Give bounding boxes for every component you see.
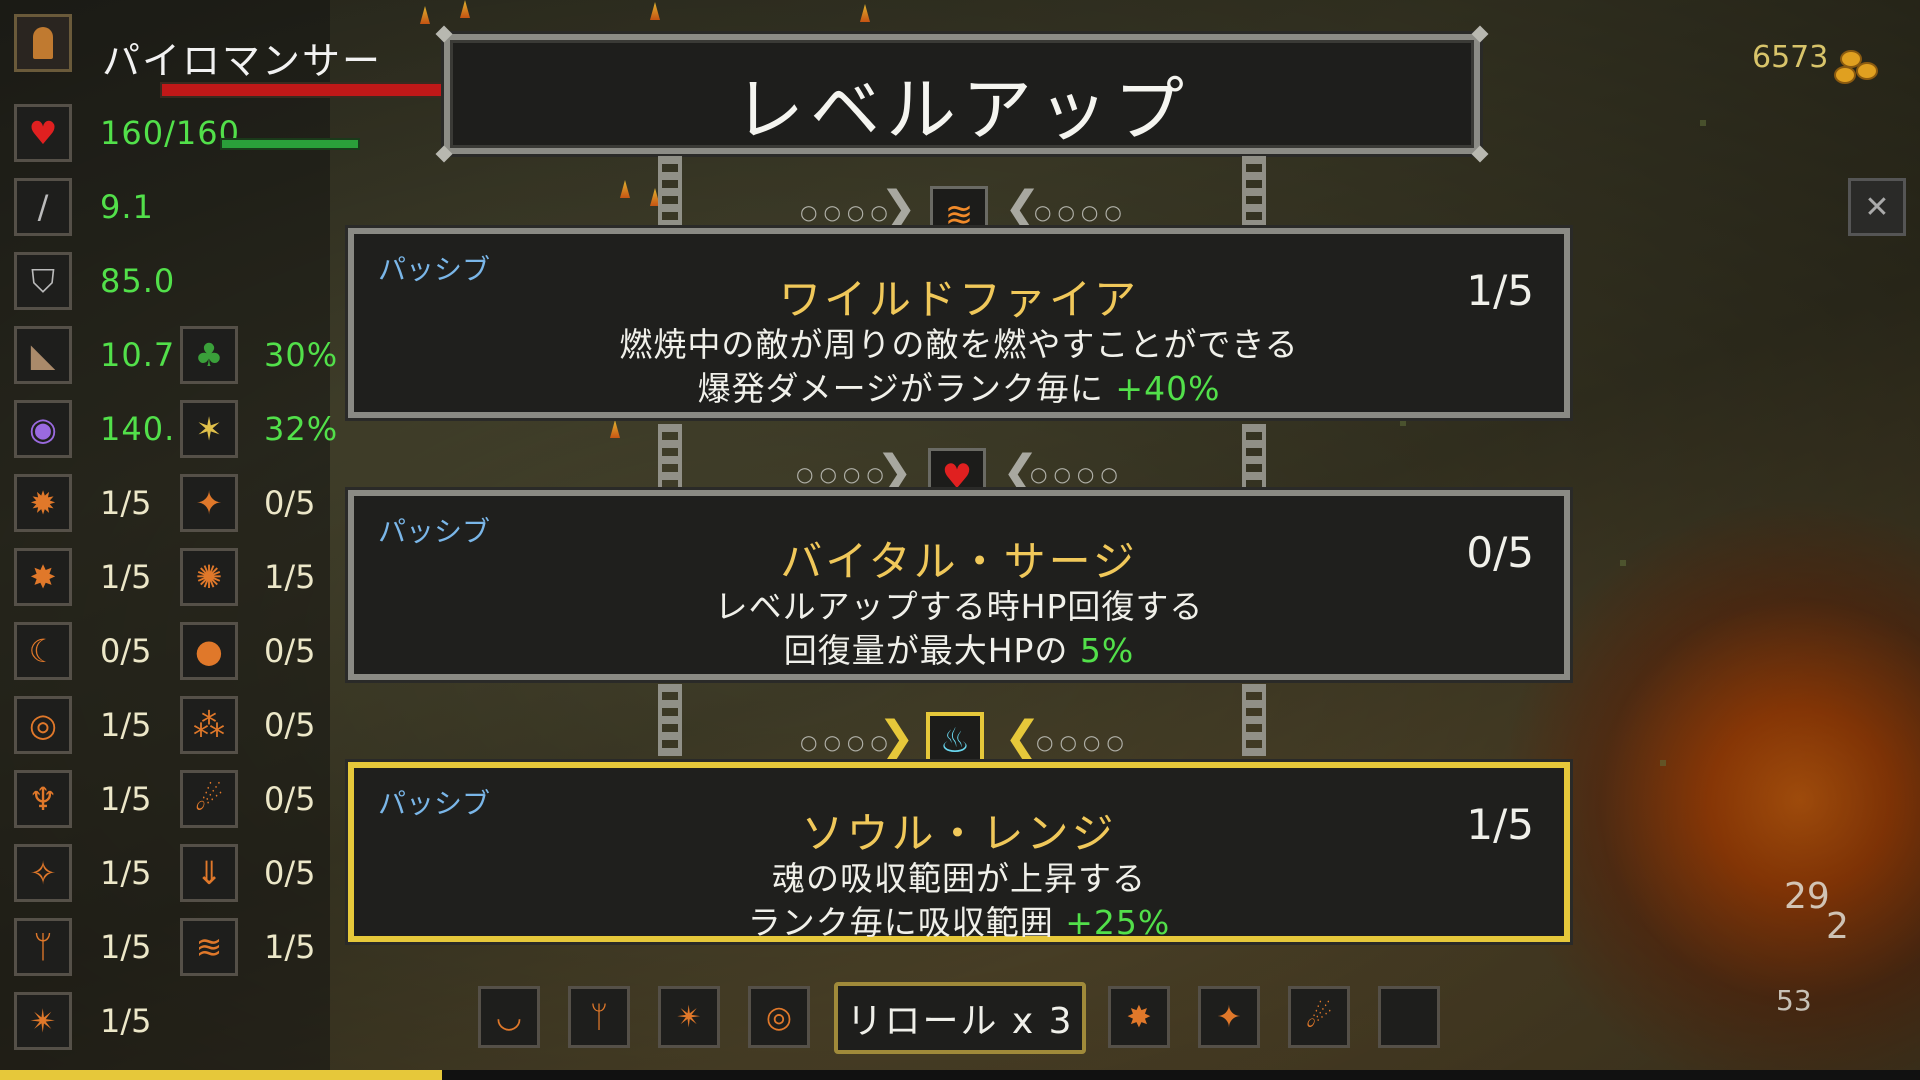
crit-icon: ✶ — [180, 400, 238, 458]
skill-rank: 0/5 — [264, 632, 316, 670]
xp-bar-fill — [0, 1070, 442, 1080]
card-rank: 1/5 — [1466, 800, 1534, 849]
fire-skill-icon-11: ● — [180, 622, 238, 680]
weapon-slot-fire-dragon-icon: ☄ — [1288, 986, 1350, 1048]
gold-counter: 6573 — [1752, 40, 1829, 75]
defense-value: 85.0 — [100, 262, 176, 300]
sword-icon: / — [14, 178, 72, 236]
attack-value: 9.1 — [100, 188, 154, 226]
chain — [1242, 424, 1266, 496]
skill-rank: 1/5 — [264, 928, 316, 966]
chevron-right-icon: ❯ — [876, 446, 913, 497]
chevron-right-icon: ❯ — [878, 712, 915, 763]
skill-rank: 1/5 — [100, 928, 152, 966]
skill-rank: 1/5 — [100, 706, 152, 744]
fire-skill-icon-12: ⁂ — [180, 696, 238, 754]
skill-rank: 0/5 — [264, 854, 316, 892]
card-rank: 1/5 — [1466, 266, 1534, 315]
card-description: レベルアップする時HP回復する — [714, 587, 1204, 626]
skill-rank: 0/5 — [264, 706, 316, 744]
shield-icon: ⛉ — [14, 252, 72, 310]
wildfire-skill-icon: ≋ — [180, 918, 238, 976]
fire-skill-icon-8: ✴ — [14, 992, 72, 1050]
magic-value: 140. — [100, 410, 176, 448]
skill-rank: 0/5 — [100, 632, 152, 670]
weapon-slot-empty — [1378, 986, 1440, 1048]
weapon-slot-fire-bowl-icon: ◡ — [478, 986, 540, 1048]
card-rank: 0/5 — [1466, 528, 1534, 577]
card-bonus-label: 爆発ダメージがランク毎に — [697, 369, 1104, 408]
skill-rank: 1/5 — [100, 780, 152, 818]
fire-skill-icon-7: ᛘ — [14, 918, 72, 976]
upgrade-card-soul-range[interactable]: パッシブ ソウル・レンジ 1/5 魂の吸収範囲が上昇する ランク毎に吸収範囲 +… — [345, 759, 1573, 945]
speed-value: 10.7 — [100, 336, 176, 374]
connector-dots: ○○○○ — [1036, 730, 1130, 754]
levelup-title-plate: レベルアップ — [435, 25, 1489, 163]
pause-button[interactable]: ✕ — [1848, 178, 1906, 236]
luck-value: 30% — [264, 336, 339, 374]
skill-rank: 1/5 — [100, 484, 152, 522]
card-description: 燃焼中の敵が周りの敵を燃やすことができる — [619, 325, 1299, 364]
skill-rank: 1/5 — [100, 558, 152, 596]
weapon-slot-fire-bolt-icon: ✸ — [1108, 986, 1170, 1048]
boot-icon: ◣ — [14, 326, 72, 384]
fire-skill-icon-2: ✸ — [14, 548, 72, 606]
reroll-button[interactable]: リロール x 3 — [834, 982, 1086, 1054]
levelup-title: レベルアップ — [734, 69, 1190, 151]
card-bonus-value: +25% — [1065, 903, 1171, 942]
weapon-slot-fire-demon-icon: ◎ — [748, 986, 810, 1048]
damage-number: 2 — [1826, 906, 1849, 947]
fire-skill-icon-13: ☄ — [180, 770, 238, 828]
card-bonus: 爆発ダメージがランク毎に +40% — [354, 362, 1564, 410]
fire-skill-icon-5: ♆ — [14, 770, 72, 828]
card-description: 魂の吸収範囲が上昇する — [772, 859, 1146, 898]
card-bonus: 回復量が最大HPの 5% — [354, 624, 1564, 672]
fire-skill-icon-1: ✹ — [14, 474, 72, 532]
weapon-slot-fire-claw-icon: ✦ — [1198, 986, 1260, 1048]
skill-rank: 0/5 — [264, 484, 316, 522]
damage-number: 29 — [1784, 876, 1830, 917]
skill-rank: 0/5 — [264, 780, 316, 818]
crit-value: 32% — [264, 410, 339, 448]
character-portrait — [14, 14, 72, 72]
heart-icon: ♥ — [14, 104, 72, 162]
chain — [658, 156, 682, 228]
hp-bar — [220, 138, 360, 150]
card-bonus-label: 回復量が最大HPの — [783, 631, 1069, 670]
connector-dots: ○○○○ — [1030, 462, 1124, 486]
fire-skill-icon-4: ◎ — [14, 696, 72, 754]
damage-number: 53 — [1776, 984, 1812, 1017]
weapon-slot-flame-pillars-icon: ᛘ — [568, 986, 630, 1048]
upgrade-card-vital-surge[interactable]: パッシブ バイタル・サージ 0/5 レベルアップする時HP回復する 回復量が最大… — [345, 487, 1573, 683]
clover-icon: ♣ — [180, 326, 238, 384]
upgrade-card-wildfire[interactable]: パッシブ ワイルドファイア 1/5 燃焼中の敵が周りの敵を燃やすことができる 爆… — [345, 225, 1573, 421]
fire-skill-icon-9: ✦ — [180, 474, 238, 532]
fire-skill-icon-14: ⇓ — [180, 844, 238, 902]
xp-bar — [0, 1070, 1920, 1080]
chevron-right-icon: ❯ — [880, 182, 917, 233]
character-name: パイロマンサー — [102, 39, 383, 83]
hp-bar-top — [160, 82, 464, 98]
card-bonus: ランク毎に吸収範囲 +25% — [354, 896, 1564, 944]
eye-icon: ◉ — [14, 400, 72, 458]
chain — [1242, 684, 1266, 756]
card-bonus-value: +40% — [1115, 369, 1221, 408]
fire-skill-icon-3: ☾ — [14, 622, 72, 680]
connector-dots: ○○○○ — [1034, 200, 1128, 224]
chain — [1242, 156, 1266, 228]
weapon-slot-fire-burst-icon: ✴ — [658, 986, 720, 1048]
fire-skill-icon-10: ✺ — [180, 548, 238, 606]
chain — [658, 424, 682, 496]
skill-rank: 1/5 — [100, 1002, 152, 1040]
chain — [658, 684, 682, 756]
hp-value: 160/160 — [100, 114, 240, 152]
skill-rank: 1/5 — [264, 558, 316, 596]
fire-skill-icon-6: ✧ — [14, 844, 72, 902]
skill-rank: 1/5 — [100, 854, 152, 892]
card-bonus-label: ランク毎に吸収範囲 — [747, 903, 1054, 942]
card-bonus-value: 5% — [1079, 631, 1135, 670]
